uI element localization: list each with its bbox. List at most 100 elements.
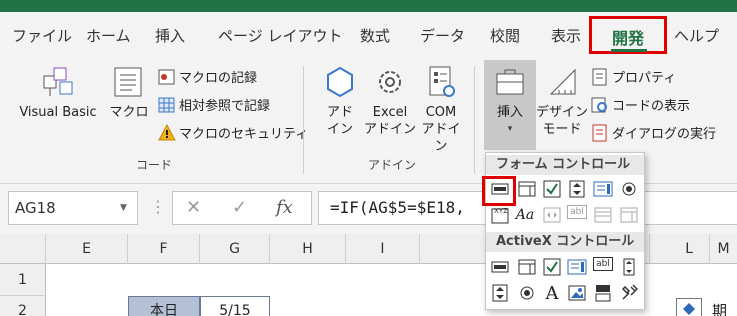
macro-label: マクロ: [109, 105, 149, 120]
tab-review[interactable]: 校閲: [490, 25, 520, 46]
tab-home[interactable]: ホーム: [86, 25, 131, 46]
record-macro-icon: [158, 69, 175, 84]
visual-basic-button[interactable]: Visual Basic: [12, 64, 104, 121]
addins-button[interactable]: アド イン: [318, 64, 362, 138]
column-header[interactable]: H: [270, 234, 346, 264]
column-header[interactable]: L: [650, 234, 710, 264]
cell-today-date[interactable]: 5/15: [200, 296, 270, 316]
design-mode-icon: [549, 68, 576, 95]
group-box-control-icon[interactable]: XYZ: [490, 205, 510, 225]
spin-button-control-icon[interactable]: [567, 179, 587, 199]
macro-icon: [114, 67, 142, 97]
cell-period: 期: [712, 302, 728, 316]
column-header[interactable]: I: [346, 234, 420, 264]
design-mode-label-2: モード: [542, 122, 582, 137]
cell-today-label[interactable]: 本日: [128, 296, 200, 316]
activex-option-button-icon[interactable]: [517, 283, 537, 303]
insert-function-icon[interactable]: fx: [276, 197, 293, 218]
addins-label-1: アド: [326, 105, 353, 120]
activex-checkbox-icon[interactable]: [542, 257, 562, 277]
activex-controls-header: ActiveX コントロール: [486, 232, 644, 252]
cancel-icon[interactable]: ✕: [186, 197, 201, 218]
formula-text: =IF(AG$5=$E18,: [330, 198, 465, 217]
activex-toggle-button-icon[interactable]: [593, 283, 613, 303]
combo-dropdown-control-icon[interactable]: [619, 205, 639, 225]
view-code-icon: [591, 97, 607, 112]
warning-icon: [158, 123, 176, 140]
tab-file[interactable]: ファイル: [12, 25, 72, 46]
com-addins-icon: [429, 66, 455, 97]
activex-scroll-bar-icon[interactable]: [619, 257, 639, 277]
code-group-label: コード: [136, 158, 173, 172]
activex-label-icon[interactable]: A: [542, 283, 562, 304]
activex-combo-icon[interactable]: [517, 257, 537, 277]
excel-addins-button[interactable]: Excel アドイン: [364, 64, 416, 138]
addins-label-2: イン: [326, 122, 353, 137]
combo-list-control-icon[interactable]: [593, 205, 613, 225]
checkbox-control-icon[interactable]: [542, 179, 562, 199]
tab-page-layout[interactable]: ページ レイアウト: [218, 25, 342, 46]
view-code-label: コードの表示: [612, 99, 691, 114]
svg-text:XYZ: XYZ: [494, 207, 508, 215]
row-header[interactable]: 2: [0, 296, 46, 316]
activex-image-icon[interactable]: [567, 283, 587, 303]
enter-icon[interactable]: ✓: [232, 197, 247, 218]
name-box-value: AG18: [15, 199, 56, 217]
com-addins-label-2: アドイン: [421, 122, 461, 154]
activex-text-box-icon[interactable]: abl: [593, 257, 613, 271]
option-button-control-icon[interactable]: [619, 179, 639, 199]
macro-button[interactable]: マクロ: [108, 64, 150, 121]
more-icon: ⋮: [150, 197, 166, 216]
activex-list-box-icon[interactable]: [567, 257, 587, 277]
tab-developer[interactable]: 開発: [612, 25, 644, 49]
record-macro-label: マクロの記録: [179, 71, 258, 86]
tab-data[interactable]: データ: [420, 25, 465, 46]
insert-control-button[interactable]: 挿入 ▾: [486, 64, 534, 138]
visual-basic-label: Visual Basic: [19, 105, 97, 120]
column-header[interactable]: G: [200, 234, 270, 264]
label-control-icon[interactable]: Aa: [515, 205, 535, 225]
row-header[interactable]: 1: [0, 264, 46, 296]
tab-view[interactable]: 表示: [551, 25, 581, 46]
active-tab-underline: [611, 49, 647, 52]
insert-control-label: 挿入: [496, 105, 523, 120]
scroll-bar-control-icon[interactable]: [542, 205, 562, 225]
macro-security-button[interactable]: マクロのセキュリティ: [158, 123, 308, 142]
view-code-button[interactable]: コードの表示: [591, 95, 690, 114]
text-field-control-icon[interactable]: abl: [567, 205, 587, 219]
column-header[interactable]: E: [46, 234, 128, 264]
tab-insert[interactable]: 挿入: [155, 25, 185, 46]
combo-box-control-icon[interactable]: [517, 179, 537, 199]
select-all-corner[interactable]: [0, 234, 46, 264]
run-dialog-button[interactable]: ダイアログの実行: [591, 123, 716, 142]
diamond-icon: [676, 298, 702, 316]
tab-help[interactable]: ヘルプ: [674, 25, 719, 46]
addins-icon: [327, 66, 353, 98]
design-mode-label-1: デザイン: [536, 105, 589, 120]
gear-icon: [379, 71, 401, 93]
design-mode-button[interactable]: デザイン モード: [536, 64, 588, 138]
column-header[interactable]: M: [710, 234, 737, 264]
form-controls-header: フォーム コントロール: [486, 155, 644, 175]
toolbox-icon: [496, 69, 524, 95]
run-dialog-label: ダイアログの実行: [612, 127, 717, 142]
excel-addins-label-2: アドイン: [364, 122, 417, 137]
column-header[interactable]: F: [128, 234, 200, 264]
com-addins-label-1: COM: [425, 105, 457, 120]
chevron-down-icon[interactable]: ▼: [120, 203, 127, 213]
list-box-control-icon[interactable]: [593, 179, 613, 199]
properties-button[interactable]: プロパティ: [591, 67, 676, 86]
button-control-highlight: [482, 176, 516, 206]
more-controls-icon[interactable]: [619, 283, 639, 303]
activex-button-icon[interactable]: [490, 257, 510, 277]
visual-basic-icon: [43, 67, 73, 96]
tab-formulas[interactable]: 数式: [360, 25, 390, 46]
chevron-down-icon: ▾: [507, 124, 513, 134]
macro-security-label: マクロのセキュリティ: [179, 127, 309, 142]
com-addins-button[interactable]: COM アドイン: [416, 64, 466, 155]
run-dialog-icon: [592, 124, 607, 141]
relative-reference-button[interactable]: 相対参照で記録: [158, 95, 270, 114]
addin-group-label: アドイン: [368, 158, 417, 172]
record-macro-button[interactable]: マクロの記録: [158, 67, 257, 86]
activex-spin-button-icon[interactable]: [490, 283, 510, 303]
